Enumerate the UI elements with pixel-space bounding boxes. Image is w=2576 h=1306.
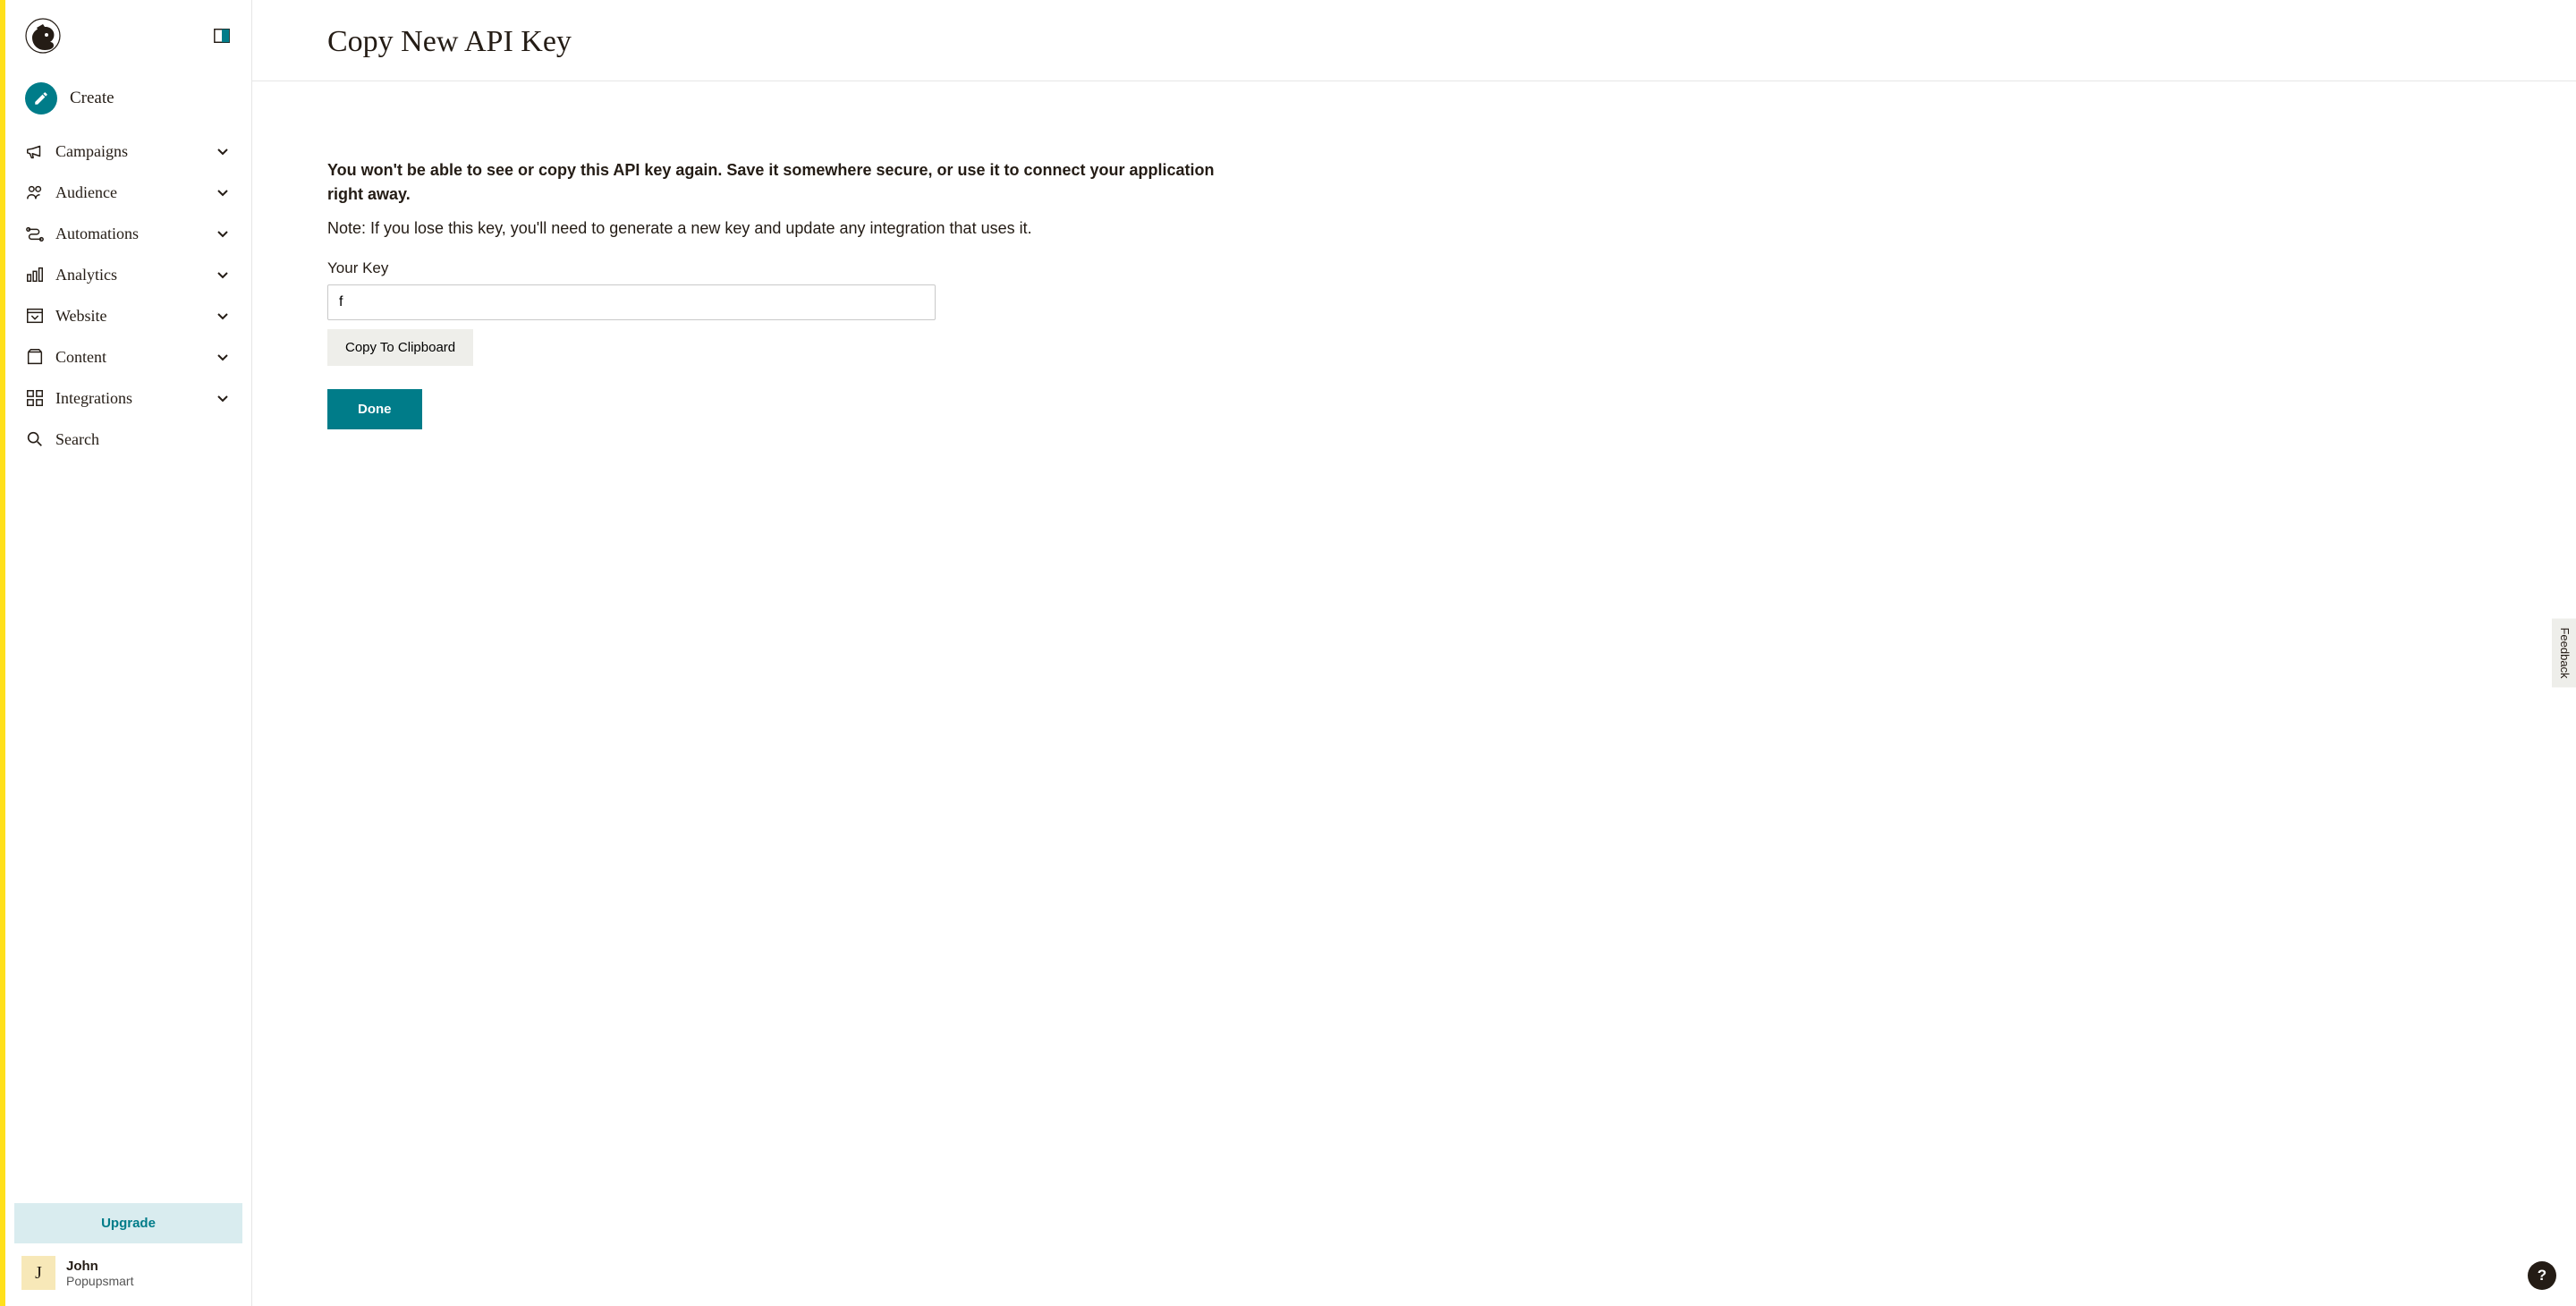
audience-icon <box>25 182 55 202</box>
website-icon <box>25 306 55 326</box>
sidebar-item-label: Analytics <box>55 266 216 284</box>
grid-icon <box>25 388 55 408</box>
sidebar-item-audience[interactable]: Audience <box>14 172 242 213</box>
sidebar-item-label: Website <box>55 307 216 326</box>
feedback-label: Feedback <box>2558 627 2572 678</box>
chevron-down-icon <box>216 144 232 158</box>
api-key-input[interactable] <box>327 284 936 320</box>
done-button[interactable]: Done <box>327 389 422 429</box>
note-text: Note: If you lose this key, you'll need … <box>327 219 1250 238</box>
sidebar-item-automations[interactable]: Automations <box>14 213 242 254</box>
main-content: Copy New API Key You won't be able to se… <box>252 0 2576 1306</box>
sidebar-item-campaigns[interactable]: Campaigns <box>14 131 242 172</box>
sidebar-item-label: Audience <box>55 183 216 202</box>
profile-name: John <box>66 1259 133 1274</box>
automations-icon <box>25 224 55 243</box>
sidebar-item-search[interactable]: Search <box>14 419 242 460</box>
key-field-label: Your Key <box>327 259 1250 277</box>
warning-text: You won't be able to see or copy this AP… <box>327 158 1250 207</box>
chevron-down-icon <box>216 267 232 282</box>
sidebar-item-analytics[interactable]: Analytics <box>14 254 242 295</box>
sidebar-item-label: Create <box>70 89 114 108</box>
mailchimp-logo[interactable] <box>25 18 61 54</box>
profile-org: Popupsmart <box>66 1274 133 1288</box>
help-button[interactable]: ? <box>2528 1261 2556 1290</box>
sidebar-item-create[interactable]: Create <box>14 73 242 131</box>
sidebar-item-label: Campaigns <box>55 142 216 161</box>
profile-block[interactable]: J John Popupsmart <box>14 1243 242 1293</box>
sidebar-item-label: Automations <box>55 225 216 243</box>
avatar: J <box>21 1256 55 1290</box>
chevron-down-icon <box>216 391 232 405</box>
content-icon <box>25 347 55 367</box>
bar-chart-icon <box>25 265 55 284</box>
sidebar-item-integrations[interactable]: Integrations <box>14 377 242 419</box>
sidebar: Create Campaigns Audience Automations An… <box>5 0 252 1306</box>
page-title: Copy New API Key <box>327 25 2501 59</box>
sidebar-nav: Create Campaigns Audience Automations An… <box>5 63 251 1192</box>
upgrade-button[interactable]: Upgrade <box>14 1203 242 1243</box>
copy-to-clipboard-button[interactable]: Copy To Clipboard <box>327 329 473 366</box>
search-icon <box>25 429 55 449</box>
sidebar-item-content[interactable]: Content <box>14 336 242 377</box>
pencil-icon <box>25 82 57 114</box>
feedback-tab[interactable]: Feedback <box>2552 618 2576 687</box>
chevron-down-icon <box>216 185 232 199</box>
chevron-down-icon <box>216 226 232 241</box>
sidebar-item-label: Integrations <box>55 389 216 408</box>
megaphone-icon <box>25 141 55 161</box>
chevron-down-icon <box>216 309 232 323</box>
chevron-down-icon <box>216 350 232 364</box>
sidebar-item-label: Content <box>55 348 216 367</box>
sidebar-collapse-button[interactable] <box>212 26 232 46</box>
sidebar-item-label: Search <box>55 430 232 449</box>
sidebar-item-website[interactable]: Website <box>14 295 242 336</box>
